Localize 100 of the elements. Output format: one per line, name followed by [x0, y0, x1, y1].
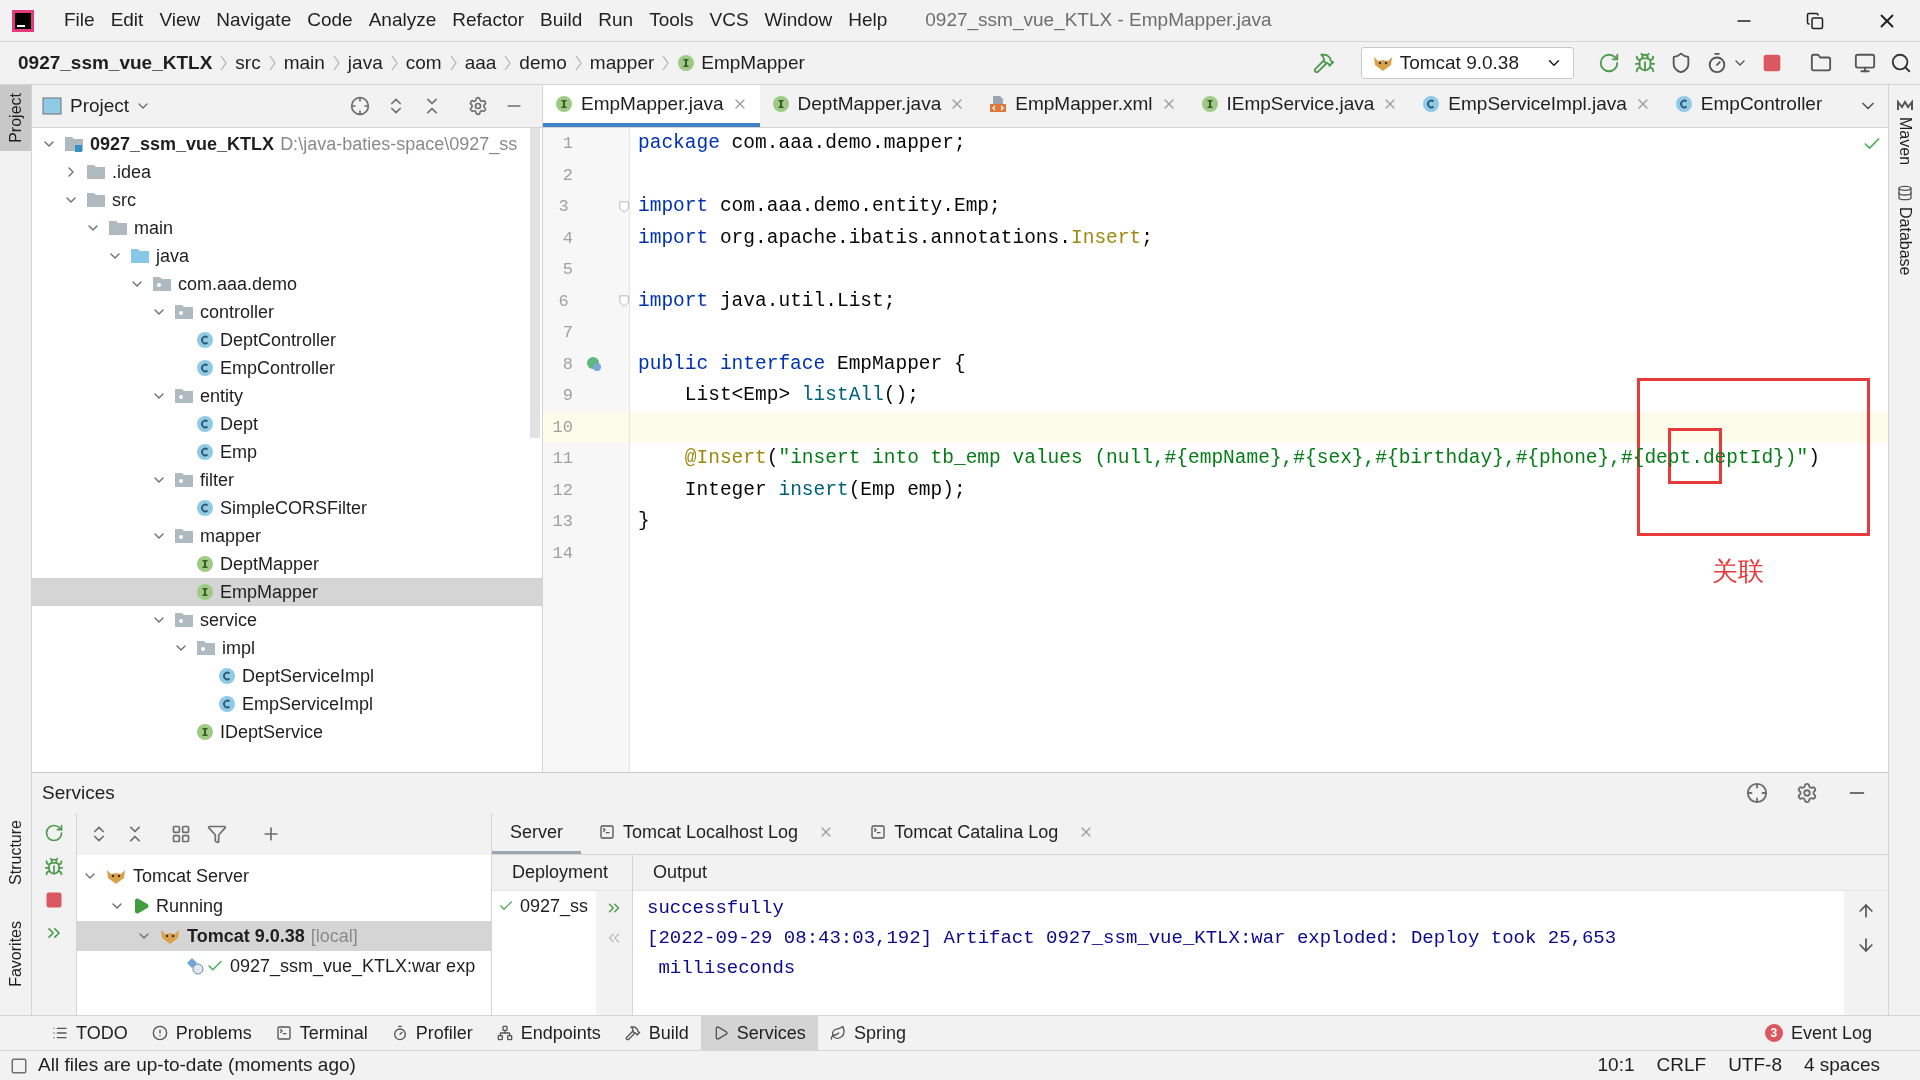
shield-icon[interactable] — [1670, 52, 1692, 74]
breadcrumb[interactable]: com — [405, 48, 442, 78]
tree-item[interactable]: entity — [32, 382, 542, 410]
tree-item[interactable]: main — [32, 214, 542, 242]
settings-icon[interactable] — [468, 96, 488, 116]
settings-icon[interactable] — [1796, 782, 1818, 804]
menu-item[interactable]: Refactor — [444, 6, 533, 35]
service-tree-item[interactable]: 0927_ssm_vue_KTLX:war exp — [77, 951, 491, 981]
breadcrumb[interactable]: main — [283, 48, 325, 78]
tool-tab[interactable]: Terminal — [263, 1016, 380, 1050]
tool-tab[interactable]: TODO — [40, 1016, 140, 1050]
service-tab[interactable]: Server — [492, 813, 581, 854]
filter-icon[interactable] — [207, 824, 227, 844]
menu-item[interactable]: Navigate — [208, 6, 300, 35]
status-item[interactable]: 4 spaces — [1803, 1051, 1880, 1080]
rerun-icon[interactable] — [1598, 52, 1620, 74]
tool-window-tab[interactable]: Database — [1892, 185, 1917, 276]
tool-tab[interactable]: Endpoints — [484, 1016, 613, 1050]
tree-item[interactable]: Dept — [32, 410, 542, 438]
tree-item[interactable]: src — [32, 186, 542, 214]
tool-tab[interactable]: Profiler — [379, 1016, 485, 1050]
tree-item[interactable]: Emp — [32, 438, 542, 466]
menu-item[interactable]: Run — [590, 6, 642, 35]
timer-icon[interactable] — [1706, 52, 1728, 74]
menu-item[interactable]: Window — [756, 6, 841, 35]
stop-icon[interactable] — [45, 891, 63, 909]
tool-window-tab[interactable]: Maven — [1892, 99, 1917, 166]
tree-item[interactable]: EmpController — [32, 354, 542, 382]
tree-item[interactable]: impl — [32, 634, 542, 662]
menu-item[interactable]: Build — [532, 6, 591, 35]
tree-item[interactable]: filter — [32, 466, 542, 494]
editor-tab[interactable]: EmpServiceImpl.java — [1410, 85, 1663, 127]
tool-tab[interactable]: Build — [612, 1016, 701, 1050]
service-tab[interactable]: Tomcat Localhost Log — [581, 813, 853, 854]
tool-tab[interactable]: Spring — [817, 1016, 918, 1050]
status-item[interactable]: CRLF — [1656, 1051, 1707, 1080]
tree-item[interactable]: controller — [32, 298, 542, 326]
tree-item[interactable]: .idea — [32, 158, 542, 186]
menu-item[interactable]: Tools — [641, 6, 702, 35]
menu-item[interactable]: View — [151, 6, 209, 35]
menu-item[interactable]: Help — [840, 6, 896, 35]
service-tree-item[interactable]: Running — [77, 891, 491, 921]
tree-item[interactable]: 0927_ssm_vue_KTLX D:\java-baties-space\0927_ss — [32, 130, 542, 158]
fold-marker-icon[interactable] — [618, 294, 629, 309]
menu-item[interactable]: Code — [299, 6, 361, 35]
locate-icon[interactable] — [1746, 782, 1768, 804]
monitor-icon[interactable] — [1854, 52, 1876, 74]
stop-icon[interactable] — [1762, 53, 1782, 73]
project-view-dropdown[interactable]: Project — [70, 91, 152, 121]
status-item[interactable]: 10:1 — [1597, 1051, 1635, 1080]
service-tree-item[interactable]: Tomcat Server — [77, 861, 491, 891]
bug-icon[interactable] — [1634, 52, 1656, 74]
event-log-button[interactable]: 3 Event Log — [1764, 1016, 1920, 1050]
tree-item[interactable]: java — [32, 242, 542, 270]
tree-item[interactable]: IDeptService — [32, 718, 542, 746]
tool-window-tab[interactable]: Project — [0, 85, 31, 151]
breadcrumb[interactable]: 0927_ssm_vue_KTLX — [18, 48, 213, 78]
menu-item[interactable]: File — [56, 6, 103, 35]
tree-item[interactable]: com.aaa.demo — [32, 270, 542, 298]
menu-item[interactable]: Edit — [102, 6, 152, 35]
tree-item[interactable]: DeptMapper — [32, 550, 542, 578]
editor-tab[interactable]: EmpMapper.java — [543, 85, 760, 127]
implemented-icon[interactable] — [585, 355, 603, 374]
locate-icon[interactable] — [350, 96, 370, 116]
tree-item[interactable]: DeptController — [32, 326, 542, 354]
rerun-icon[interactable] — [44, 823, 64, 843]
service-tree-item[interactable]: Tomcat 9.0.38 [local] — [77, 921, 491, 951]
tree-item[interactable]: EmpMapper — [32, 578, 542, 606]
folder-icon[interactable] — [1810, 52, 1832, 74]
tool-tab[interactable]: Services — [700, 1016, 818, 1050]
service-tab[interactable]: Tomcat Catalina Log — [852, 813, 1113, 854]
tree-item[interactable]: mapper — [32, 522, 542, 550]
tool-window-tab[interactable]: Favorites — [0, 913, 31, 995]
tool-tab[interactable]: Problems — [139, 1016, 264, 1050]
restore-icon[interactable] — [1806, 11, 1824, 30]
tree-item[interactable]: service — [32, 606, 542, 634]
menu-item[interactable]: Analyze — [360, 6, 445, 35]
breadcrumb[interactable]: aaa — [464, 48, 497, 78]
toggle-panels-icon[interactable] — [10, 1056, 28, 1075]
hammer-icon[interactable] — [1312, 52, 1335, 74]
bug-icon[interactable] — [44, 857, 64, 877]
editor-tab[interactable]: EmpController — [1662, 85, 1835, 127]
editor-tab[interactable]: EmpMapper.xml — [977, 85, 1189, 127]
tree-item[interactable]: EmpServiceImpl — [32, 690, 542, 718]
breadcrumb[interactable]: demo — [519, 48, 567, 78]
group-icon[interactable] — [171, 824, 191, 844]
tree-item[interactable]: SimpleCORSFilter — [32, 494, 542, 522]
tool-window-tab[interactable]: Structure — [0, 812, 31, 894]
editor-tab[interactable]: IEmpService.java — [1188, 85, 1411, 127]
scrollbar[interactable] — [530, 128, 540, 438]
breadcrumb[interactable]: EmpMapper — [701, 48, 805, 78]
run-config-dropdown[interactable]: Tomcat 9.0.38 — [1360, 47, 1574, 79]
status-item[interactable]: UTF-8 — [1728, 1051, 1782, 1080]
editor-tab[interactable]: DeptMapper.java — [759, 85, 978, 127]
breadcrumb[interactable]: java — [347, 48, 383, 78]
fold-marker-icon[interactable] — [618, 199, 629, 214]
menu-item[interactable]: VCS — [701, 6, 757, 35]
search-icon[interactable] — [1890, 52, 1912, 74]
breadcrumb[interactable]: src — [235, 48, 261, 78]
breadcrumb[interactable]: mapper — [589, 48, 655, 78]
